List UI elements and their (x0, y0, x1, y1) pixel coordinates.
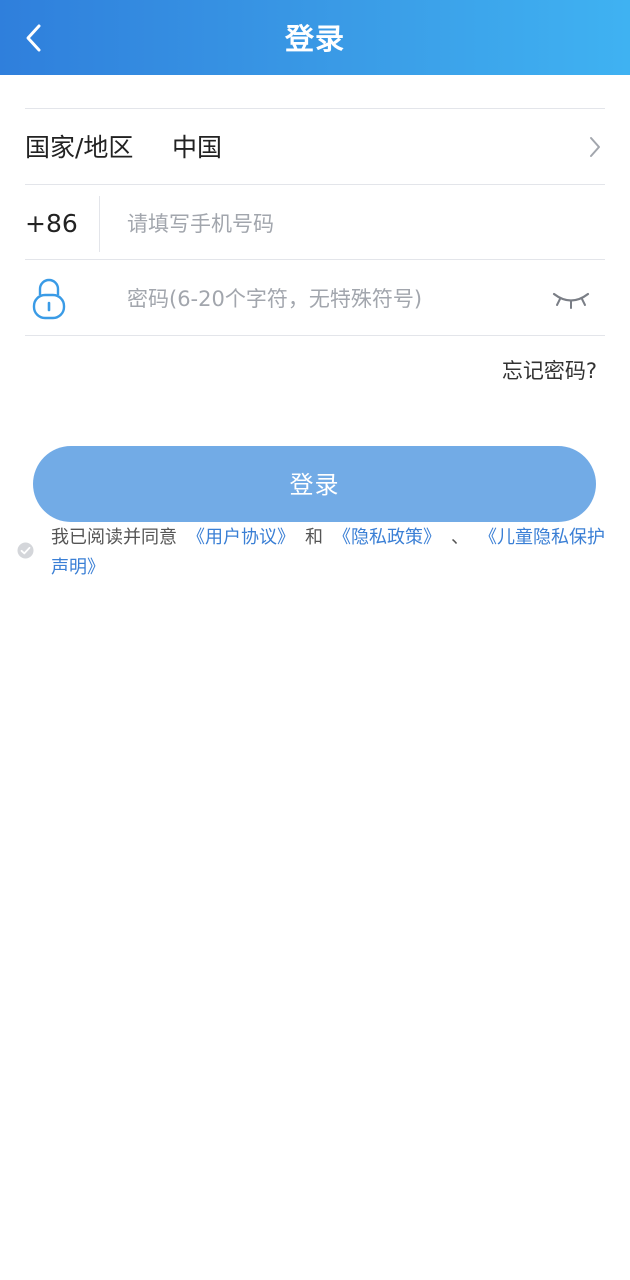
forgot-password-link[interactable]: 忘记密码? (502, 355, 597, 385)
chevron-right-icon (590, 137, 600, 157)
agreement-checkbox[interactable] (17, 542, 34, 559)
divider (25, 108, 605, 109)
country-selector[interactable]: 国家/地区 中国 (25, 110, 605, 184)
password-row (25, 261, 605, 335)
divider (25, 184, 605, 185)
phone-row: +86 (25, 186, 605, 260)
agreement-and: 和 (305, 527, 323, 548)
privacy-policy-link[interactable]: 《隐私政策》 (333, 527, 441, 548)
agreement-text: 我已阅读并同意 《用户协议》和《隐私政策》、《儿童隐私保护声明》 (51, 523, 621, 583)
agreement-prefix: 我已阅读并同意 (51, 527, 177, 548)
agreement-separator: 、 (451, 527, 469, 548)
eye-closed-icon[interactable] (551, 287, 591, 311)
page-title: 登录 (284, 22, 345, 56)
user-agreement-link[interactable]: 《用户协议》 (187, 527, 295, 548)
vertical-divider (99, 196, 100, 252)
country-value: 中国 (172, 133, 223, 162)
lock-icon (32, 278, 66, 320)
divider (25, 259, 605, 260)
top-bar: 登录 (0, 0, 630, 75)
login-button[interactable]: 登录 (33, 446, 596, 522)
phone-code[interactable]: +86 (25, 186, 78, 262)
password-input[interactable] (127, 275, 537, 323)
phone-input[interactable] (127, 200, 587, 248)
divider (25, 335, 605, 336)
country-label: 国家/地区 (25, 133, 134, 162)
